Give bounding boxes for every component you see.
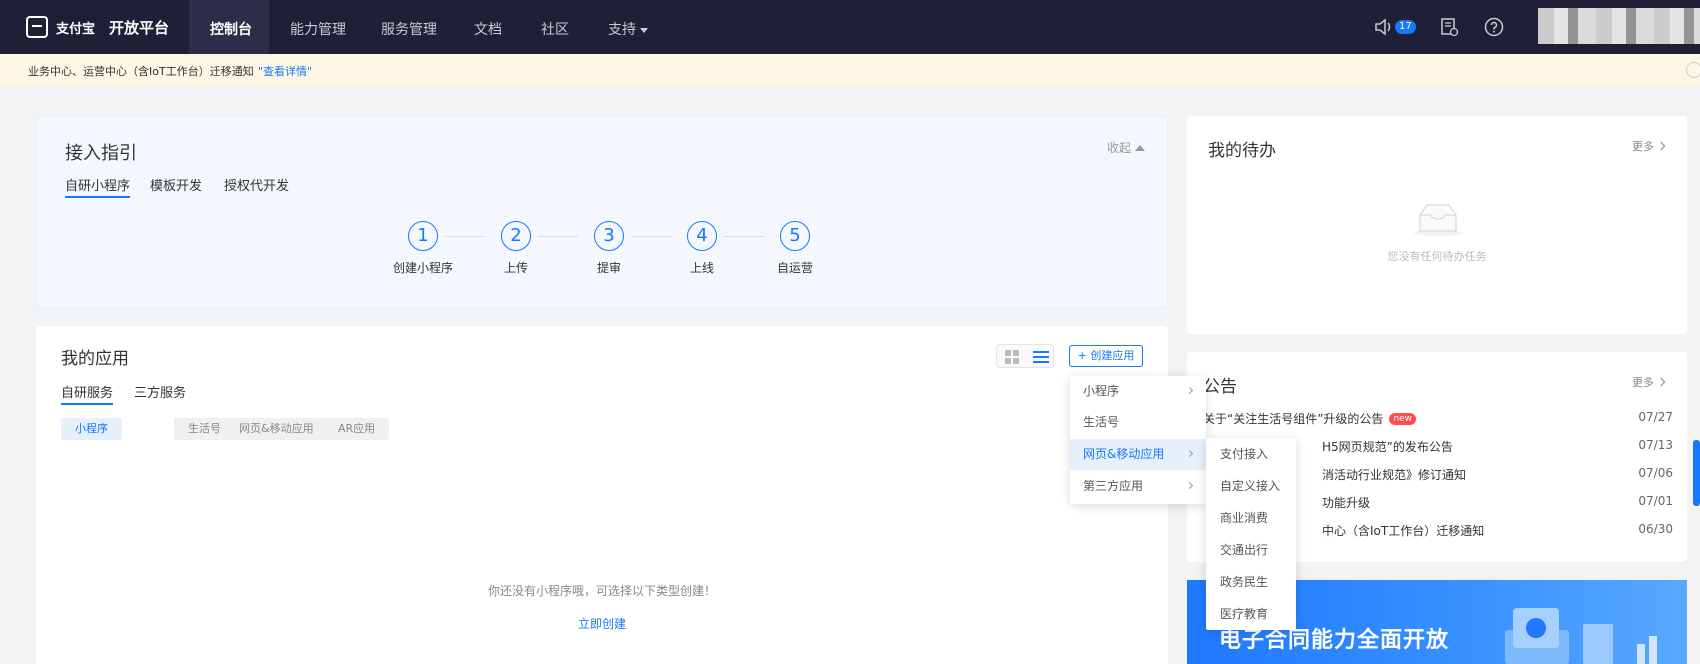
alipay-logo-icon (26, 16, 48, 38)
chevron-right-icon (1185, 481, 1194, 490)
tab-template-dev[interactable]: 模板开发 (150, 175, 202, 194)
create-app-menu: 小程序 生活号 网页&移动应用 第三方应用 (1070, 376, 1206, 504)
announcement-date: 07/01 (1638, 494, 1673, 508)
todo-title: 我的待办 (1208, 141, 1276, 161)
help-icon[interactable] (1483, 16, 1505, 38)
top-navigation: 支付宝 开放平台 控制台 能力管理 服务管理 文档 社区 支持 17 (0, 0, 1700, 54)
step-5: 5 自运营 (755, 221, 835, 276)
announcement-date: 07/27 (1638, 410, 1673, 424)
more-label: 更多 (1632, 376, 1654, 389)
submenu-item-medical-education[interactable]: 医疗教育 (1206, 598, 1296, 630)
nav-item-docs[interactable]: 文档 (474, 19, 502, 39)
create-app-button[interactable]: + 创建应用 (1069, 345, 1143, 367)
announcements-more-link[interactable]: 更多 (1632, 374, 1666, 390)
step-number: 4 (687, 221, 717, 251)
notice-bar: 业务中心、运营中心（含IoT工作台）迁移通知 "查看详情" (0, 54, 1700, 86)
create-now-link-text[interactable]: 立即创建 (578, 617, 626, 631)
submenu-item-consumer[interactable]: 商业消费 (1206, 502, 1296, 534)
step-number: 3 (594, 221, 624, 251)
step-label: 上传 (503, 261, 528, 275)
menu-item-label: 小程序 (1083, 384, 1120, 398)
chevron-down-icon (640, 27, 648, 33)
tab-third-party-services[interactable]: 三方服务 (134, 382, 186, 401)
step-label: 创建小程序 (392, 261, 453, 275)
menu-item-life-account[interactable]: 生活号 (1070, 407, 1206, 438)
apps-empty-text: 你还没有小程序哦，可选择以下类型创建！ (487, 584, 716, 598)
step-label: 提审 (596, 261, 621, 275)
close-icon[interactable] (1686, 62, 1700, 78)
tab-authorized-dev[interactable]: 授权代开发 (224, 175, 289, 194)
chevron-right-icon (1656, 141, 1666, 151)
notice-detail-link[interactable]: "查看详情" (258, 63, 312, 79)
chevron-right-icon (1185, 449, 1194, 458)
user-avatar-blurred[interactable] (1538, 8, 1700, 44)
collapse-label: 收起 (1107, 141, 1132, 155)
announcement-title: 关于“关注生活号组件”升级的公告 (1203, 412, 1384, 426)
filter-miniapp[interactable]: 小程序 (61, 418, 122, 440)
notification-badge: 17 (1395, 20, 1416, 34)
menu-item-third-party[interactable]: 第三方应用 (1070, 471, 1206, 502)
nav-item-capability[interactable]: 能力管理 (290, 19, 346, 39)
contract-illustration-icon (1505, 608, 1657, 664)
announcement-date: 07/06 (1638, 466, 1673, 480)
notice-text: 业务中心、运营中心（含IoT工作台）迁移通知 (28, 65, 254, 78)
announcements-title: 公告 (1203, 377, 1237, 397)
step-number: 2 (501, 221, 531, 251)
todo-empty-text: 您没有任何待办任务 (1387, 250, 1487, 263)
nav-item-support-label: 支持 (608, 22, 636, 38)
step-1: 1 创建小程序 (383, 221, 463, 276)
chevron-right-icon (1185, 386, 1194, 395)
submenu-item-custom[interactable]: 自定义接入 (1206, 470, 1296, 502)
nav-item-service[interactable]: 服务管理 (381, 19, 437, 39)
step-4: 4 上线 (662, 221, 742, 276)
logo[interactable]: 支付宝 开放平台 (26, 16, 169, 38)
view-toggle (996, 344, 1054, 368)
announcement-date: 06/30 (1638, 522, 1673, 536)
tab-self-services[interactable]: 自研服务 (61, 382, 114, 405)
announcement-row[interactable]: 关于“关注生活号组件”升级的公告 new 07/27 (1203, 410, 1673, 427)
menu-item-label: 网页&移动应用 (1083, 447, 1165, 461)
more-label: 更多 (1632, 140, 1654, 153)
step-label: 上线 (689, 261, 714, 275)
inbox-icon (1414, 204, 1462, 236)
submenu-item-government[interactable]: 政务民生 (1206, 566, 1296, 598)
create-now-link: 立即创建 (36, 615, 1168, 632)
filter-ar-app[interactable]: AR应用 (324, 418, 390, 440)
announcement-date: 07/13 (1638, 438, 1673, 452)
step-3: 3 提审 (569, 221, 649, 276)
todo-more-link[interactable]: 更多 (1632, 138, 1666, 154)
submenu-item-payment[interactable]: 支付接入 (1206, 438, 1296, 470)
nav-item-console[interactable]: 控制台 (210, 19, 252, 39)
step-label: 自运营 (776, 261, 813, 275)
nav-item-support[interactable]: 支持 (608, 19, 648, 39)
document-icon[interactable] (1438, 16, 1460, 38)
chevron-up-icon (1135, 145, 1146, 151)
list-view-icon[interactable] (1033, 350, 1049, 364)
step-number: 1 (408, 221, 438, 251)
chevron-right-icon (1656, 377, 1666, 387)
menu-item-miniapp[interactable]: 小程序 (1070, 376, 1206, 407)
side-scroll-indicator[interactable] (1693, 440, 1700, 506)
speaker-icon[interactable] (1373, 16, 1395, 38)
logo-text: 支付宝 (56, 21, 96, 37)
todo-card: 我的待办 更多 您没有任何待办任务 (1187, 116, 1687, 334)
step-number: 5 (780, 221, 810, 251)
submenu-item-transport[interactable]: 交通出行 (1206, 534, 1296, 566)
access-guide-card: 接入指引 收起 自研小程序 模板开发 授权代开发 1 创建小程序 2 上传 3 … (36, 116, 1168, 308)
filter-web-mobile[interactable]: 网页&移动应用 (225, 418, 328, 440)
nav-item-community[interactable]: 社区 (541, 19, 569, 39)
create-app-submenu: 支付接入 自定义接入 商业消费 交通出行 政务民生 医疗教育 (1206, 438, 1296, 630)
my-apps-card: 我的应用 + 创建应用 自研服务 三方服务 小程序 生活号 网页&移动应用 AR… (36, 326, 1168, 664)
tab-self-developed-miniapp[interactable]: 自研小程序 (65, 175, 131, 198)
guide-title: 接入指引 (65, 143, 137, 164)
collapse-button[interactable]: 收起 (1107, 139, 1146, 156)
step-2: 2 上传 (476, 221, 556, 276)
new-badge: new (1389, 413, 1417, 425)
apps-title: 我的应用 (61, 349, 129, 369)
grid-view-icon[interactable] (1005, 350, 1019, 364)
menu-item-web-mobile[interactable]: 网页&移动应用 (1070, 439, 1206, 470)
menu-item-label: 第三方应用 (1083, 479, 1144, 493)
platform-name: 开放平台 (109, 18, 170, 37)
